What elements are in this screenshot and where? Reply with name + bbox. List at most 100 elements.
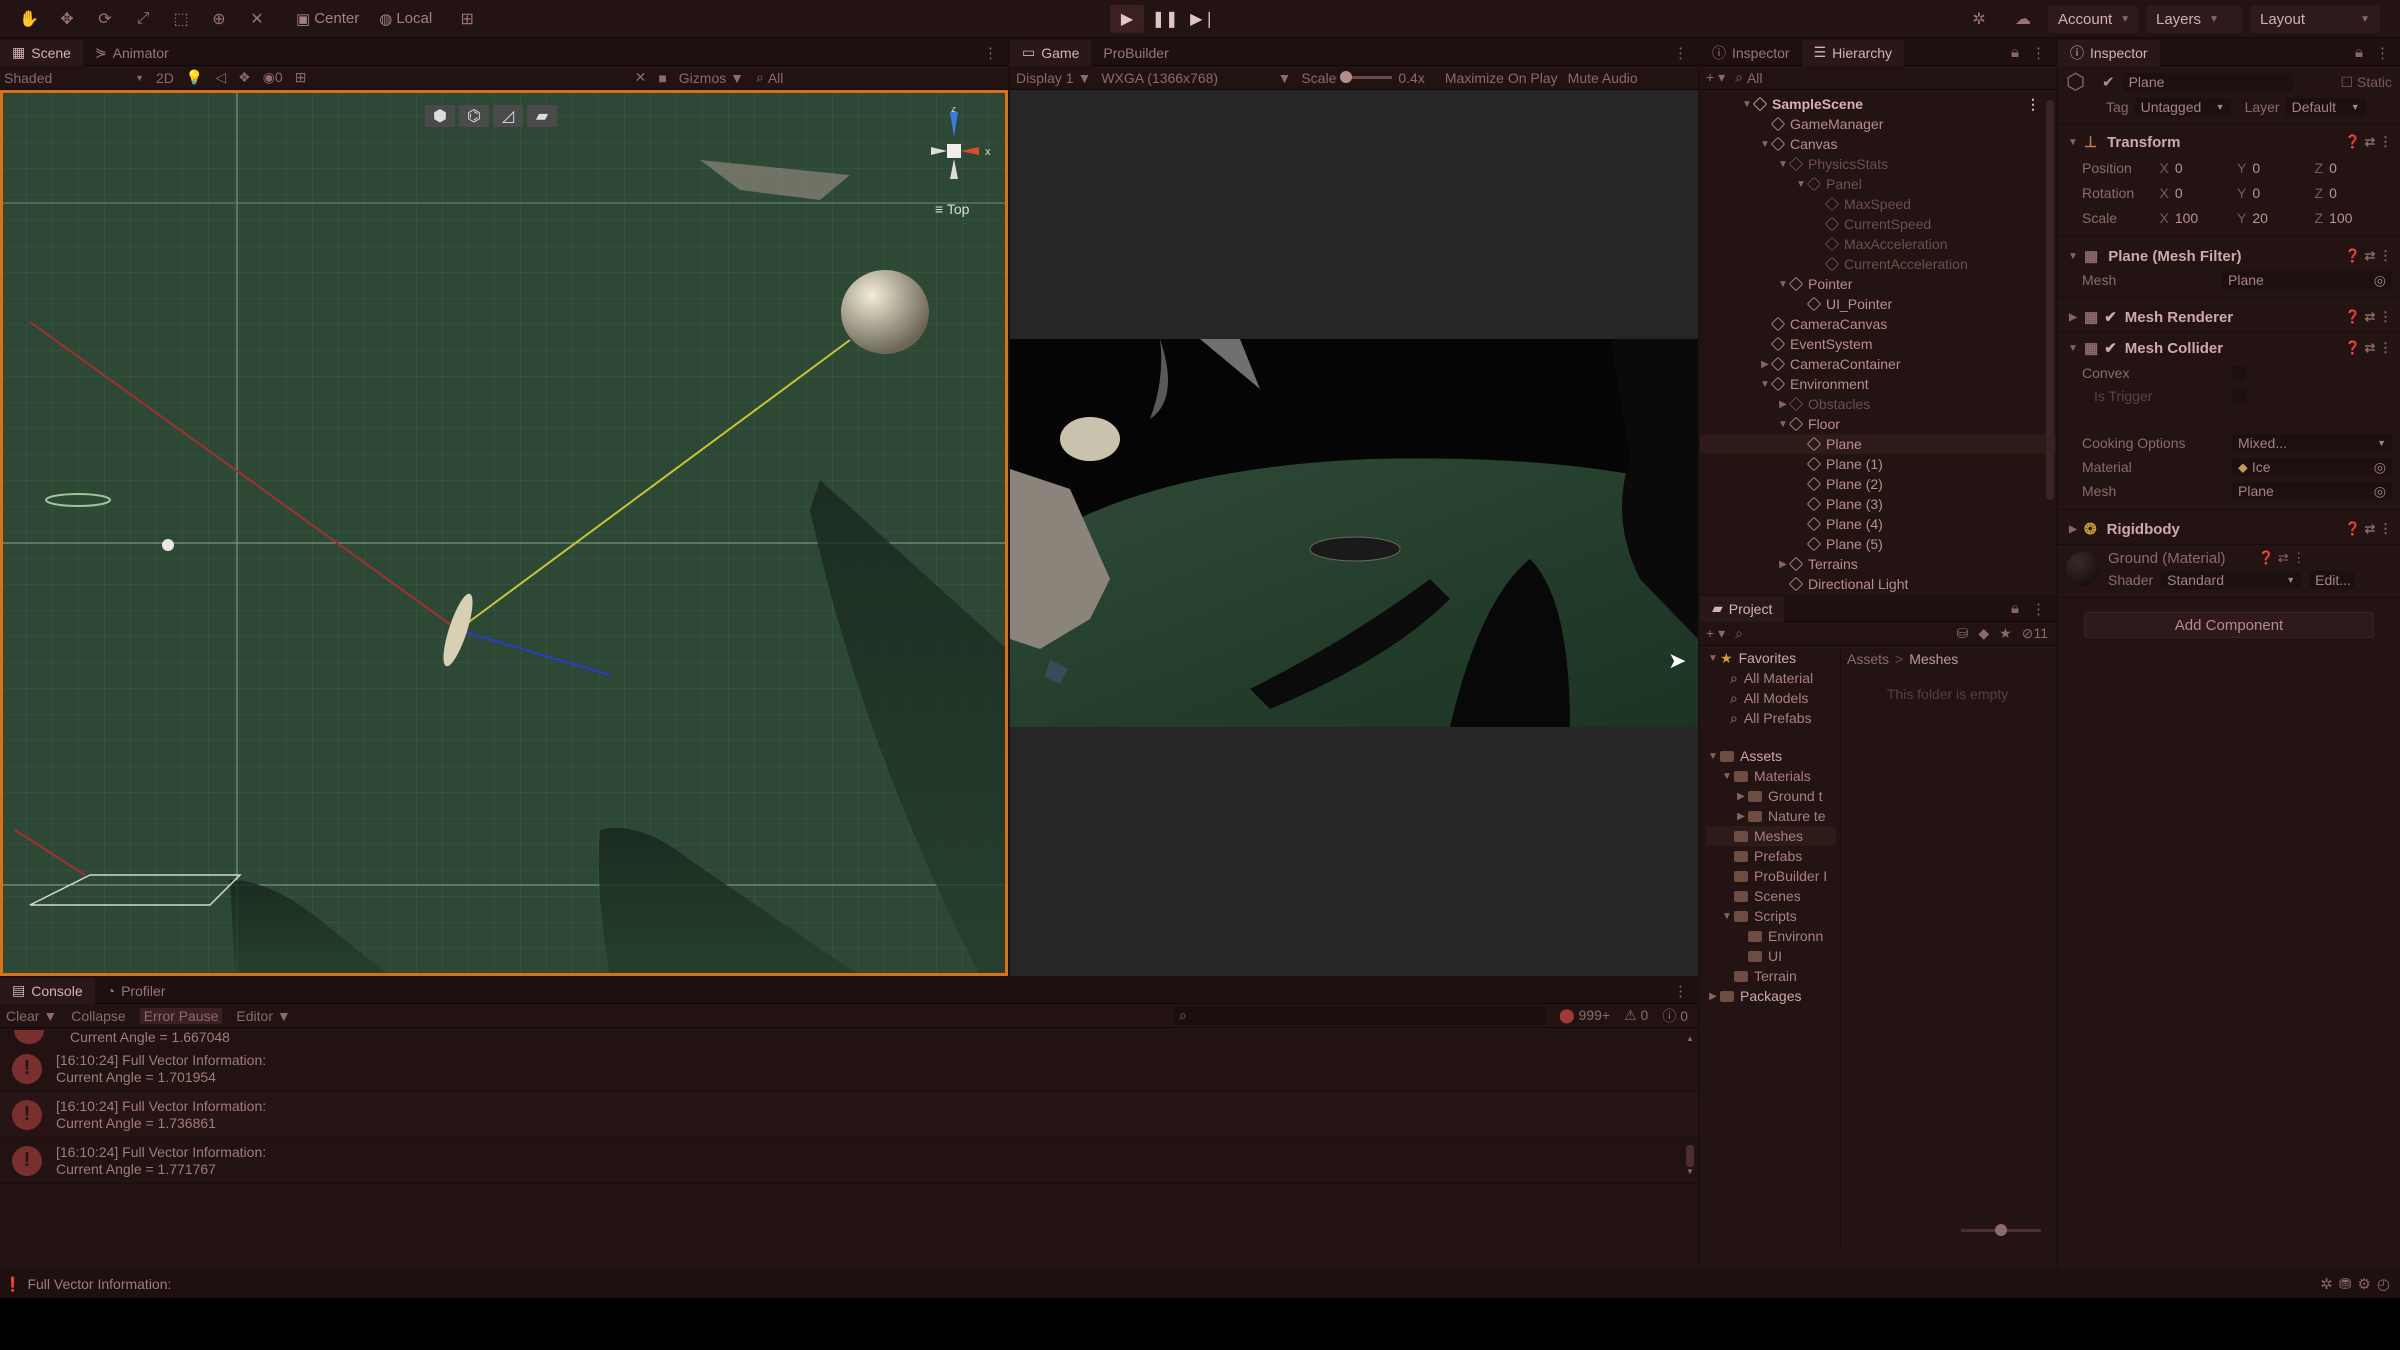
- collapse-toggle[interactable]: Collapse: [71, 1008, 125, 1024]
- services-icon[interactable]: ✲: [1962, 5, 1996, 33]
- effects-icon[interactable]: ❖: [238, 69, 251, 86]
- pause-button[interactable]: ❚❚: [1148, 5, 1182, 33]
- breadcrumb-leaf[interactable]: Meshes: [1909, 651, 1958, 667]
- position-z-field[interactable]: Z0: [2315, 160, 2393, 176]
- filter-label-icon[interactable]: ◆: [1978, 625, 1989, 642]
- face-icon[interactable]: ▰: [527, 105, 557, 127]
- lighting-icon[interactable]: 💡: [186, 69, 203, 86]
- log-entry[interactable]: ! [16:10:24] Full Vector Information: Curr…: [0, 1092, 1698, 1138]
- favorites-header[interactable]: ▼ ★ Favorites: [1706, 648, 1836, 668]
- collider-material-field[interactable]: ⬥ Ice ◎: [2232, 458, 2392, 476]
- packages-header[interactable]: ▶ Packages: [1706, 986, 1836, 1006]
- filter-type-icon[interactable]: ⛁: [1957, 625, 1969, 642]
- static-toggle[interactable]: ☐ Static: [2341, 74, 2392, 91]
- hierarchy-item[interactable]: Plane (2): [1700, 474, 2056, 494]
- hierarchy-item[interactable]: ▼ Environment: [1700, 374, 2056, 394]
- object-name-field[interactable]: Plane: [2122, 73, 2293, 91]
- mesh-filter-header[interactable]: ▼ ▦ Plane (Mesh Filter) ❓ ⇄ ⋮: [2066, 243, 2392, 269]
- step-button[interactable]: ▶❘: [1186, 5, 1220, 33]
- panel-menu-icon[interactable]: ⋮: [2375, 44, 2390, 62]
- tools-icon[interactable]: ✕: [635, 69, 647, 86]
- tab-animator[interactable]: ⋟ Animator: [83, 40, 181, 66]
- tab-inspector[interactable]: ⓘ Inspector: [2058, 39, 2160, 66]
- favorite-item[interactable]: ⌕ All Models: [1706, 688, 1836, 708]
- hierarchy-item[interactable]: UI_Pointer: [1700, 294, 2056, 314]
- display-dropdown[interactable]: Display 1 ▼: [1016, 70, 1091, 86]
- space-toggle[interactable]: ◍ Local: [371, 5, 440, 33]
- project-folder[interactable]: Prefabs: [1706, 846, 1836, 866]
- tab-inspector-left[interactable]: ⓘ Inspector: [1700, 40, 1802, 66]
- collider-mesh-field[interactable]: Plane ◎: [2232, 482, 2392, 500]
- hierarchy-item[interactable]: MaxAcceleration: [1700, 234, 2056, 254]
- lock-icon[interactable]: 🔒︎: [2011, 600, 2019, 617]
- cooking-dropdown[interactable]: Mixed... ▼: [2232, 434, 2392, 452]
- rotation-y-field[interactable]: Y0: [2237, 185, 2315, 201]
- hierarchy-item[interactable]: Plane (3): [1700, 494, 2056, 514]
- resolution-dropdown[interactable]: WXGA (1366x768) ▼: [1101, 70, 1291, 86]
- hierarchy-item[interactable]: MaxSpeed: [1700, 194, 2056, 214]
- shading-dropdown[interactable]: Shaded ▼: [4, 70, 144, 86]
- layers-dropdown[interactable]: Layers ▼: [2146, 5, 2242, 33]
- progress-icon[interactable]: ◴: [2377, 1275, 2390, 1293]
- audio-icon[interactable]: ◁: [215, 69, 226, 86]
- position-y-field[interactable]: Y0: [2237, 160, 2315, 176]
- account-dropdown[interactable]: Account ▼: [2048, 5, 2138, 33]
- log-entry[interactable]: ! [16:10:24] Full Vector Information: Curr…: [0, 1138, 1698, 1184]
- search-icon[interactable]: ⌕: [1735, 625, 1743, 642]
- rotation-z-field[interactable]: Z0: [2315, 185, 2393, 201]
- panel-menu-icon[interactable]: ⋮: [983, 44, 998, 62]
- chevron-right-icon[interactable]: ▶: [1776, 559, 1790, 570]
- edge-icon[interactable]: ◿: [493, 105, 523, 127]
- help-icon[interactable]: ❓ ⇄ ⋮: [2345, 340, 2392, 356]
- rigidbody-header[interactable]: ▶ ❂ Rigidbody ❓ ⇄ ⋮: [2066, 516, 2392, 542]
- transform-tool-icon[interactable]: ⊕: [202, 5, 236, 33]
- hierarchy-item[interactable]: ▼ SampleScene ⋮: [1700, 94, 2056, 114]
- tab-project[interactable]: ▰ Project: [1700, 595, 1785, 622]
- mesh-field[interactable]: Plane ◎: [2222, 271, 2392, 289]
- tag-dropdown[interactable]: Untagged ▼: [2134, 98, 2231, 116]
- message-filter[interactable]: ⓘ 0: [1662, 1006, 1688, 1026]
- hidden-packages-toggle[interactable]: ⊘11: [2022, 625, 2048, 642]
- tab-probuilder[interactable]: ProBuilder: [1091, 40, 1180, 66]
- hierarchy-item[interactable]: ▼ Pointer: [1700, 274, 2056, 294]
- shader-dropdown[interactable]: Standard ▼: [2161, 570, 2302, 589]
- hierarchy-item[interactable]: CurrentSpeed: [1700, 214, 2056, 234]
- light-dot[interactable]: [162, 539, 174, 551]
- 2d-toggle[interactable]: 2D: [156, 70, 174, 86]
- hierarchy-item[interactable]: ▼ PhysicsStats: [1700, 154, 2056, 174]
- panel-menu-icon[interactable]: ⋮: [1673, 44, 1688, 62]
- log-entry[interactable]: ! [16:10:24] Full Vector Information: Curr…: [0, 1046, 1698, 1092]
- help-icon[interactable]: ❓ ⇄ ⋮: [2345, 521, 2392, 537]
- tab-scene[interactable]: ▦ Scene: [0, 39, 83, 66]
- chevron-down-icon[interactable]: ▼: [1776, 279, 1790, 290]
- favorite-icon[interactable]: ★: [1999, 625, 2012, 642]
- error-pause-toggle[interactable]: Error Pause: [139, 1007, 223, 1024]
- project-folder[interactable]: ▼ Materials: [1706, 766, 1836, 786]
- position-x-field[interactable]: X0: [2160, 160, 2238, 176]
- layout-dropdown[interactable]: Layout ▼: [2250, 5, 2380, 33]
- snap-icon[interactable]: ⊞: [450, 5, 484, 33]
- enabled-checkbox[interactable]: ✔: [2104, 308, 2117, 326]
- mute-toggle[interactable]: Mute Audio: [1568, 70, 1638, 86]
- hierarchy-item[interactable]: GameManager: [1700, 114, 2056, 134]
- enabled-checkbox[interactable]: ✔: [2104, 339, 2117, 357]
- hierarchy-item[interactable]: Directional Light: [1700, 574, 2056, 594]
- hierarchy-item[interactable]: ▶ CameraContainer: [1700, 354, 2056, 374]
- console-scrollbar[interactable]: ▲ ▼: [1686, 1034, 1696, 1190]
- cube-icon[interactable]: ⬢: [425, 105, 455, 127]
- panel-menu-icon[interactable]: ⋮: [1673, 982, 1688, 1000]
- tab-hierarchy[interactable]: ☰ Hierarchy: [1801, 39, 1905, 66]
- hierarchy-item[interactable]: CameraCanvas: [1700, 314, 2056, 334]
- chevron-down-icon[interactable]: ▼: [1720, 771, 1734, 782]
- maximize-toggle[interactable]: Maximize On Play: [1445, 70, 1558, 86]
- hierarchy-search[interactable]: ⌕ All: [1735, 69, 1762, 86]
- active-checkbox[interactable]: ✔: [2102, 73, 2115, 91]
- project-folder[interactable]: Meshes: [1706, 826, 1836, 846]
- chevron-right-icon[interactable]: ▶: [1776, 399, 1790, 410]
- chevron-down-icon[interactable]: ▼: [1758, 379, 1772, 390]
- chevron-down-icon[interactable]: ▼: [1740, 99, 1754, 110]
- console-search[interactable]: ⌕: [1174, 1006, 1545, 1025]
- assets-header[interactable]: ▼ Assets: [1706, 746, 1836, 766]
- hand-tool-icon[interactable]: ✋: [12, 5, 46, 33]
- grid-icon[interactable]: ⊞: [295, 69, 307, 86]
